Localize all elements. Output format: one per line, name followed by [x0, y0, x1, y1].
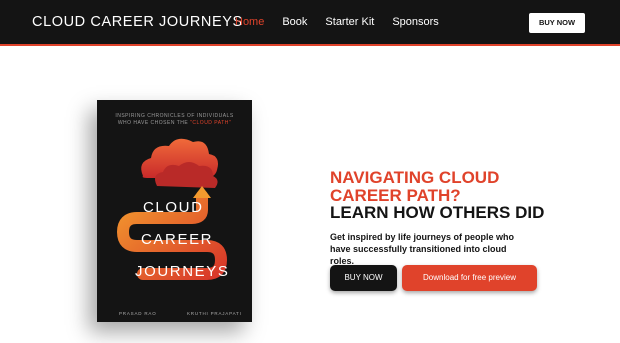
hero-headline-line-1: NAVIGATING CLOUD: [330, 168, 500, 187]
site-brand[interactable]: CLOUD CAREER JOURNEYS: [32, 14, 243, 30]
header-buy-now-button[interactable]: BUY NOW: [529, 13, 585, 33]
site-header: CLOUD CAREER JOURNEYS Home Book Starter …: [0, 0, 620, 46]
book-title-word-3: JOURNEYS: [135, 263, 230, 280]
book-tagline-2: WHO HAVE CHOSEN THE "CLOUD PATH": [97, 120, 252, 126]
book-tagline-text: WHO HAVE CHOSEN THE: [117, 120, 189, 126]
book-cover[interactable]: INSPIRING CHRONICLES OF INDIVIDUALS WHO …: [97, 100, 252, 322]
free-preview-button[interactable]: Download for free preview: [402, 265, 537, 291]
book-title-word-1: CLOUD: [143, 199, 204, 216]
nav-starter-kit[interactable]: Starter Kit: [325, 16, 374, 28]
hero-headline-line-3: LEARN HOW OTHERS DID: [330, 203, 545, 222]
book-title-word-2: CAREER: [141, 231, 214, 248]
book-author-1: PRASAD RAO: [119, 311, 157, 316]
book-author-2: KRUTHI PRAJAPATI: [187, 311, 242, 316]
hero-headline: NAVIGATING CLOUD CAREER PATH?: [330, 169, 499, 205]
hero-buy-now-button[interactable]: BUY NOW: [330, 265, 397, 291]
cloud-icon: [141, 138, 218, 188]
nav-sponsors[interactable]: Sponsors: [392, 16, 438, 28]
book-tagline: INSPIRING CHRONICLES OF INDIVIDUALS: [115, 113, 234, 119]
nav-book[interactable]: Book: [282, 16, 307, 28]
book-tagline-highlight: "CLOUD PATH": [190, 120, 232, 126]
arrow-up-icon: [193, 186, 211, 198]
main-nav: Home Book Starter Kit Sponsors: [235, 16, 457, 28]
nav-home[interactable]: Home: [235, 16, 264, 28]
hero-subtext: Get inspired by life journeys of people …: [330, 232, 515, 266]
